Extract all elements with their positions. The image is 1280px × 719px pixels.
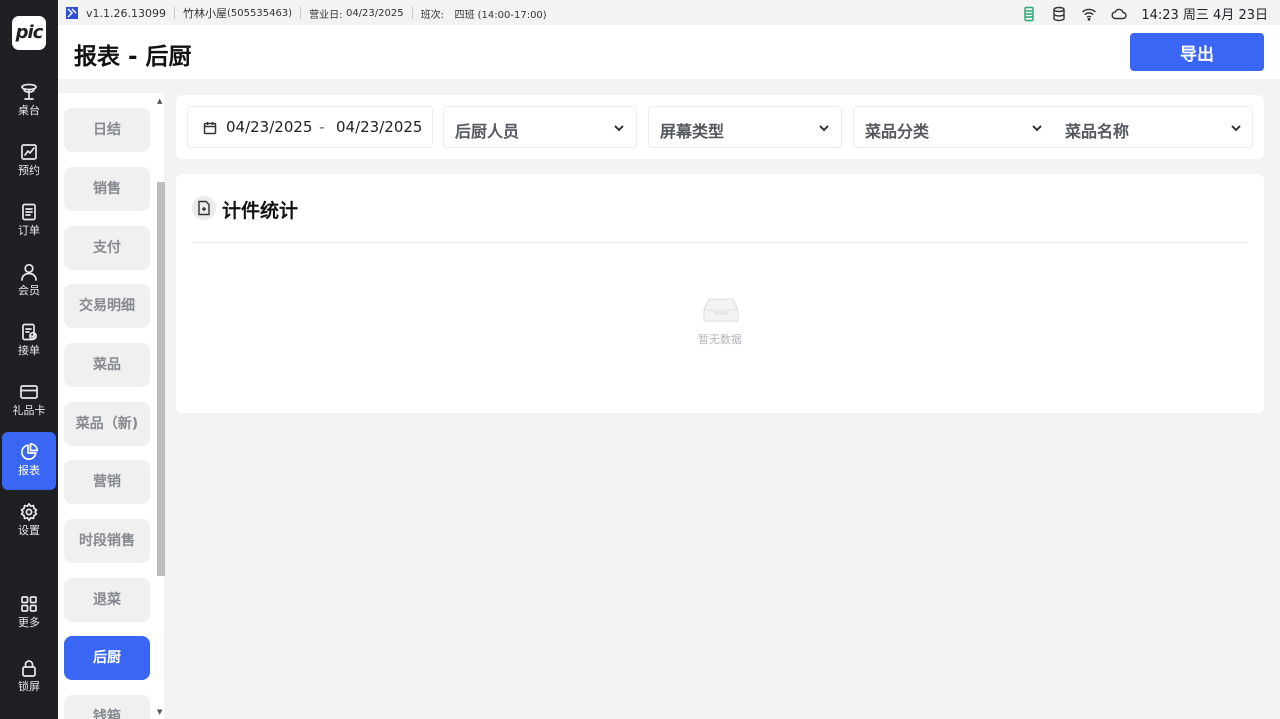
divider <box>192 242 1248 243</box>
divider <box>174 7 175 19</box>
nav-label: 桌台 <box>18 104 40 117</box>
wifi-icon <box>1082 8 1097 21</box>
nav-item-accept-orders[interactable]: 接单 <box>2 312 56 370</box>
business-day-label: 营业日: <box>309 9 343 21</box>
page-header: 报表 - 后厨 导出 <box>58 25 1280 79</box>
report-menu-item-daily[interactable]: 日结 <box>64 108 150 152</box>
page-title: 报表 - 后厨 <box>74 44 192 70</box>
nav-item-more[interactable]: 更多 <box>2 584 56 642</box>
date-range-picker[interactable]: 04/23/2025 - 04/23/2025 <box>187 106 433 148</box>
report-menu-item-marketing[interactable]: 营销 <box>64 460 150 504</box>
order-icon <box>22 203 36 221</box>
screen-type-select[interactable]: 屏幕类型 <box>648 106 842 148</box>
chevron-down-icon <box>614 125 624 132</box>
chevron-down-icon <box>1032 125 1042 132</box>
date-end: 04/23/2025 <box>336 118 423 136</box>
filter-bar: 04/23/2025 - 04/23/2025 后厨人员 屏幕类型 菜品分类 菜… <box>176 95 1264 159</box>
report-menu-item-dishes[interactable]: 菜品 <box>64 343 150 387</box>
main-nav-rail: pic 桌台 预约 订单 会员 接单 礼品卡 报表 设置 更多 锁屏 <box>0 0 58 719</box>
report-menu-item-payment[interactable]: 支付 <box>64 226 150 270</box>
cloud-icon <box>1111 8 1127 19</box>
member-icon <box>21 263 37 281</box>
card-title: 计件统计 <box>222 200 299 222</box>
shift: 四班 (14:00-17:00) <box>454 9 547 21</box>
app-icon <box>66 7 78 19</box>
empty-inbox-icon <box>703 298 739 322</box>
report-menu-item-returns[interactable]: 退菜 <box>64 578 150 622</box>
shift-label: 班次: <box>420 9 444 21</box>
chef-select-placeholder: 后厨人员 <box>455 122 520 141</box>
report-menu-item-dishes-new[interactable]: 菜品（新) <box>64 402 150 446</box>
nav-label: 接单 <box>18 344 40 357</box>
report-menu: 日结 销售 支付 交易明细 菜品 菜品（新) 营销 时段销售 退菜 后厨 钱箱 <box>58 93 164 719</box>
settings-icon <box>20 502 38 522</box>
nav-item-settings[interactable]: 设置 <box>2 492 56 550</box>
nav-item-orders[interactable]: 订单 <box>2 192 56 250</box>
report-menu-item-hourly-sales[interactable]: 时段销售 <box>64 519 150 563</box>
nav-label: 锁屏 <box>18 680 40 693</box>
nav-item-tables[interactable]: 桌台 <box>2 72 56 130</box>
nav-label: 订单 <box>18 224 40 237</box>
nav-item-reports[interactable]: 报表 <box>2 432 56 490</box>
dish-category-select[interactable]: 菜品分类 <box>854 107 1054 147</box>
report-menu-item-cash-drawer[interactable]: 钱箱 <box>64 695 150 719</box>
dish-category-placeholder: 菜品分类 <box>865 122 930 141</box>
nav-label: 更多 <box>18 616 40 629</box>
store-id: (505535463) <box>227 7 293 19</box>
more-icon <box>21 596 37 612</box>
nav-label: 会员 <box>18 284 40 297</box>
status-bar: v1.1.26.13099 竹林小屋 (505535463) 营业日: 04/23… <box>58 0 1280 25</box>
empty-state-text: 暂无数据 <box>698 333 742 346</box>
dish-name-select[interactable]: 菜品名称 <box>1054 107 1253 147</box>
divider <box>411 7 413 19</box>
scroll-down-arrow-icon[interactable]: ▼ <box>157 709 163 716</box>
business-day: 04/23/2025 <box>345 7 404 19</box>
gift-card-icon <box>20 385 38 399</box>
chevron-down-icon <box>819 125 829 132</box>
nav-item-members[interactable]: 会员 <box>2 252 56 310</box>
report-icon <box>21 442 39 460</box>
table-icon <box>21 83 37 100</box>
scroll-up-arrow-icon[interactable]: ▲ <box>157 98 163 105</box>
app-version: v1.1.26.13099 <box>86 6 166 20</box>
store-name: 竹林小屋 <box>183 7 227 20</box>
nav-label: 设置 <box>18 524 40 537</box>
calendar-icon <box>203 122 217 135</box>
chef-select[interactable]: 后厨人员 <box>443 106 637 148</box>
document-icon <box>192 196 216 220</box>
report-menu-item-kitchen[interactable]: 后厨 <box>64 636 150 680</box>
nav-item-reservation[interactable]: 预约 <box>2 132 56 190</box>
printer-status-icon <box>1024 6 1035 21</box>
export-button[interactable]: 导出 <box>1130 33 1264 71</box>
lock-icon <box>22 660 36 677</box>
reservation-icon <box>21 144 37 160</box>
date-separator: - <box>319 118 325 136</box>
nav-item-lock-screen[interactable]: 锁屏 <box>2 648 56 706</box>
report-menu-item-transactions[interactable]: 交易明细 <box>64 284 150 328</box>
nav-label: 礼品卡 <box>12 404 46 417</box>
nav-item-gift-card[interactable]: 礼品卡 <box>2 372 56 430</box>
date-start: 04/23/2025 <box>226 118 313 136</box>
report-menu-scroll-thumb[interactable] <box>157 182 165 576</box>
report-menu-item-sales[interactable]: 销售 <box>64 167 150 211</box>
clock: 14:23 周三 4月 23日 <box>1141 8 1268 23</box>
nav-label: 报表 <box>18 464 40 477</box>
database-icon <box>1053 6 1066 21</box>
app-logo: pic <box>12 16 46 50</box>
piece-count-card: 计件统计 暂无数据 <box>176 174 1264 413</box>
screen-type-placeholder: 屏幕类型 <box>660 122 725 141</box>
dish-filter-group: 菜品分类 菜品名称 <box>853 106 1253 148</box>
divider <box>300 7 302 19</box>
accept-order-icon <box>22 323 38 341</box>
chevron-down-icon <box>1231 125 1241 132</box>
nav-label: 预约 <box>18 164 40 177</box>
dish-name-placeholder: 菜品名称 <box>1065 122 1130 141</box>
